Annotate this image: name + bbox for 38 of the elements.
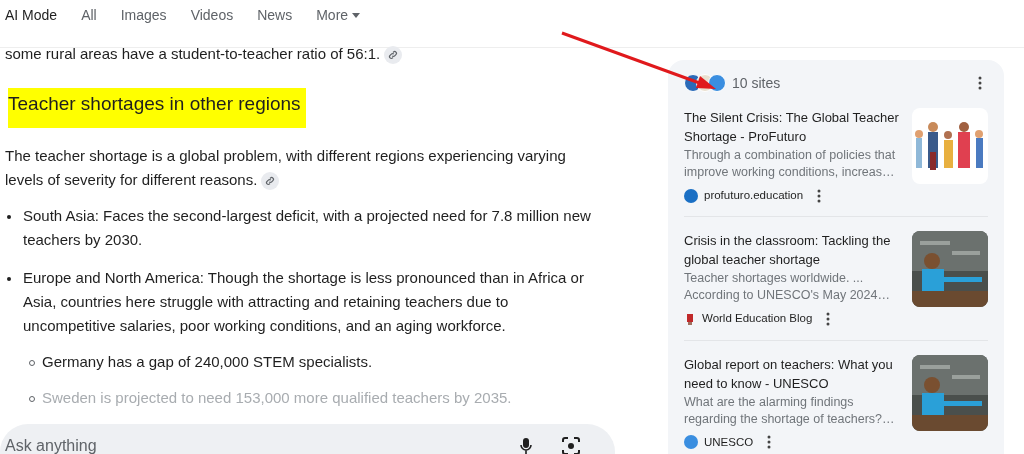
camera-icon[interactable]	[562, 437, 580, 454]
nav-tab[interactable]: AI Mode	[5, 4, 58, 26]
answer-text: some rural areas have a student-to-teacher ratio of 56:1.	[5, 42, 620, 66]
sources-count[interactable]: 10 sites	[732, 72, 781, 94]
section-heading: Teacher shortages in other regions	[8, 88, 306, 128]
microphone-icon[interactable]	[520, 438, 532, 454]
source-site[interactable]: profuturo.education	[704, 187, 804, 205]
bullet-text: South Asia: Faces the second-largest deficit, with a projected need for 7.8 million new teachers by 2030.	[23, 206, 592, 250]
bullet-text: Europe and North America: Though the shortage is less pronounced than in Africa or Asia, countries here struggle with attracting and retaining teachers due to uncompetitive salaries, poor working conditions, and an aging workforce.	[23, 268, 585, 336]
site-favicon-icon	[684, 311, 696, 326]
link-icon[interactable]	[384, 46, 403, 65]
source-title[interactable]: Global report on teachers: What you need to know - UNESCO	[684, 354, 902, 393]
nav-tab[interactable]: More	[316, 4, 361, 26]
source-snippet: What are the alarming findings regarding the shortage of teachers?…	[684, 393, 896, 428]
link-icon[interactable]	[261, 172, 280, 191]
site-favicon-icon	[684, 435, 698, 450]
more-options-icon[interactable]	[826, 311, 831, 326]
source-site[interactable]: World Education Blog	[702, 310, 813, 328]
bullet-text: Sweden is projected to need 153,000 more qualified teachers by 2035.	[42, 388, 512, 408]
ask-bar[interactable]: Ask anything	[0, 424, 615, 454]
answer-paragraph: The teacher shortage is a global problem, with different regions experiencing varying levels of severity for different reasons.	[5, 144, 600, 192]
more-options-icon[interactable]	[978, 76, 982, 90]
ask-field[interactable]: Ask anything	[5, 436, 520, 454]
source-site[interactable]: UNESCO	[704, 433, 754, 451]
bullet-text: Germany has a gap of 240,000 STEM specialists.	[42, 352, 373, 372]
more-options-icon[interactable]	[767, 435, 772, 450]
source-snippet: Through a combination of policies that improve working conditions, increas…	[684, 147, 897, 181]
site-favicon-icon	[684, 188, 698, 203]
bullet-icon	[7, 277, 11, 281]
source-title[interactable]: The Silent Crisis: The Global Teacher Shortage - ProFuturo	[684, 108, 902, 146]
source-title[interactable]: Crisis in the classroom: Tackling the global teacher shortage	[684, 231, 902, 270]
more-options-icon[interactable]	[817, 188, 822, 203]
bullet-icon	[7, 215, 11, 219]
nav-tab[interactable]: All	[81, 4, 97, 26]
nav-tab[interactable]: Images	[120, 4, 167, 26]
source-snippet: Teacher shortages worldwide. ... According to UNESCO's May 2024…	[684, 270, 891, 305]
nav-tab[interactable]: Videos	[190, 4, 234, 26]
nav-tab[interactable]: News	[257, 4, 293, 26]
